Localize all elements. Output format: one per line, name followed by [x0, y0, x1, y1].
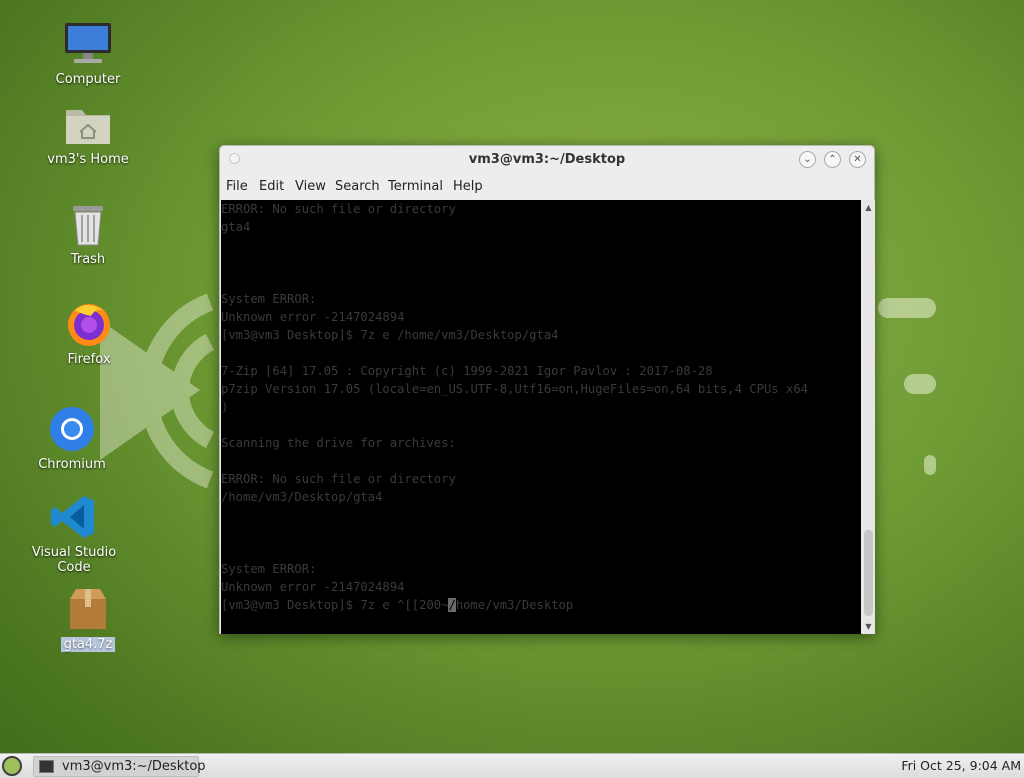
- terminal-window[interactable]: vm3@vm3:~/Desktop ⌄ ⌃ ✕ File Edit View S…: [219, 145, 875, 634]
- close-button[interactable]: ✕: [849, 151, 866, 168]
- home-folder-icon: [64, 100, 112, 148]
- terminal-scrollbar[interactable]: ▲ ▼: [862, 200, 875, 634]
- desktop-icon-label: gta4.7z: [60, 637, 116, 652]
- menu-file[interactable]: File: [226, 179, 248, 194]
- terminal-line: gta4: [221, 220, 251, 234]
- menu-help[interactable]: Help: [453, 179, 483, 194]
- taskbar-window-button[interactable]: vm3@vm3:~/Desktop: [33, 756, 206, 777]
- window-title: vm3@vm3:~/Desktop: [468, 152, 626, 167]
- desktop-icon-trash[interactable]: Trash: [28, 200, 148, 267]
- terminal-output[interactable]: ERROR: No such file or directory gta4 Sy…: [221, 200, 861, 634]
- maximize-button[interactable]: ⌃: [824, 151, 841, 168]
- trash-icon: [64, 200, 112, 248]
- desktop-icon-firefox[interactable]: Firefox: [29, 300, 149, 367]
- terminal-prompt-line[interactable]: [vm3@vm3 Desktop]$ 7z e ^[[200~/home/vm3…: [221, 596, 861, 614]
- terminal-line: p7zip Version 17.05 (locale=en_US.UTF-8,…: [221, 382, 808, 396]
- terminal-line: ERROR: No such file or directory: [221, 202, 456, 216]
- scroll-down-arrow-icon[interactable]: ▼: [862, 620, 875, 633]
- menu-edit[interactable]: Edit: [259, 179, 284, 194]
- terminal-line: System ERROR:: [221, 562, 317, 576]
- vscode-icon: [50, 493, 98, 541]
- chromium-icon: [48, 405, 96, 453]
- desktop-icon-computer[interactable]: Computer: [28, 20, 148, 87]
- terminal-line: 7-Zip [64] 17.05 : Copyright (c) 1999-20…: [221, 364, 713, 378]
- prompt-text: [vm3@vm3 Desktop]$ 7z e ^[[200~: [221, 598, 449, 612]
- desktop-icon-archive[interactable]: gta4.7z: [28, 585, 148, 652]
- desktop-icon-label: Chromium: [38, 457, 106, 472]
- prompt-text-after-cursor: home/vm3/Desktop: [455, 598, 574, 612]
- desktop-icon-label: Trash: [70, 252, 106, 267]
- desktop-icon-label: Firefox: [67, 352, 111, 367]
- minimize-button[interactable]: ⌄: [799, 151, 816, 168]
- start-menu-icon[interactable]: [2, 756, 22, 776]
- terminal-line: System ERROR:: [221, 292, 317, 306]
- terminal-line: ERROR: No such file or directory: [221, 472, 456, 486]
- clock[interactable]: Fri Oct 25, 9:04 AM: [901, 758, 1021, 773]
- desktop-icon-chromium[interactable]: Chromium: [12, 405, 132, 472]
- desktop-icon-home[interactable]: vm3's Home: [28, 100, 148, 167]
- terminal-line: Unknown error -2147024894: [221, 580, 405, 594]
- text-cursor: /: [448, 598, 456, 612]
- terminal-icon: [39, 760, 54, 773]
- taskbar-window-label: vm3@vm3:~/Desktop: [62, 759, 206, 774]
- desktop-icon-label: Computer: [55, 72, 121, 87]
- scrollbar-thumb[interactable]: [864, 530, 873, 616]
- menu-search[interactable]: Search: [335, 179, 380, 194]
- terminal-line: [vm3@vm3 Desktop]$ 7z e /home/vm3/Deskto…: [221, 328, 559, 342]
- desktop-icon-label: vm3's Home: [47, 152, 129, 167]
- terminal-line: Unknown error -2147024894: [221, 310, 405, 324]
- window-titlebar[interactable]: vm3@vm3:~/Desktop ⌄ ⌃ ✕: [220, 146, 874, 174]
- terminal-line: ): [221, 400, 229, 414]
- archive-icon: [64, 585, 112, 633]
- menu-terminal[interactable]: Terminal: [388, 179, 443, 194]
- firefox-icon: [65, 300, 113, 348]
- taskbar: vm3@vm3:~/Desktop Fri Oct 25, 9:04 AM: [0, 753, 1024, 778]
- menu-view[interactable]: View: [295, 179, 326, 194]
- desktop-icon-vscode[interactable]: Visual Studio Code: [14, 493, 134, 575]
- computer-icon: [64, 20, 112, 68]
- menu-bar: File Edit View Search Terminal Help: [220, 176, 874, 200]
- desktop-icon-label: Visual Studio Code: [31, 545, 117, 575]
- terminal-line: Scanning the drive for archives:: [221, 436, 456, 450]
- terminal-line: /home/vm3/Desktop/gta4: [221, 490, 383, 504]
- scroll-up-arrow-icon[interactable]: ▲: [862, 201, 875, 214]
